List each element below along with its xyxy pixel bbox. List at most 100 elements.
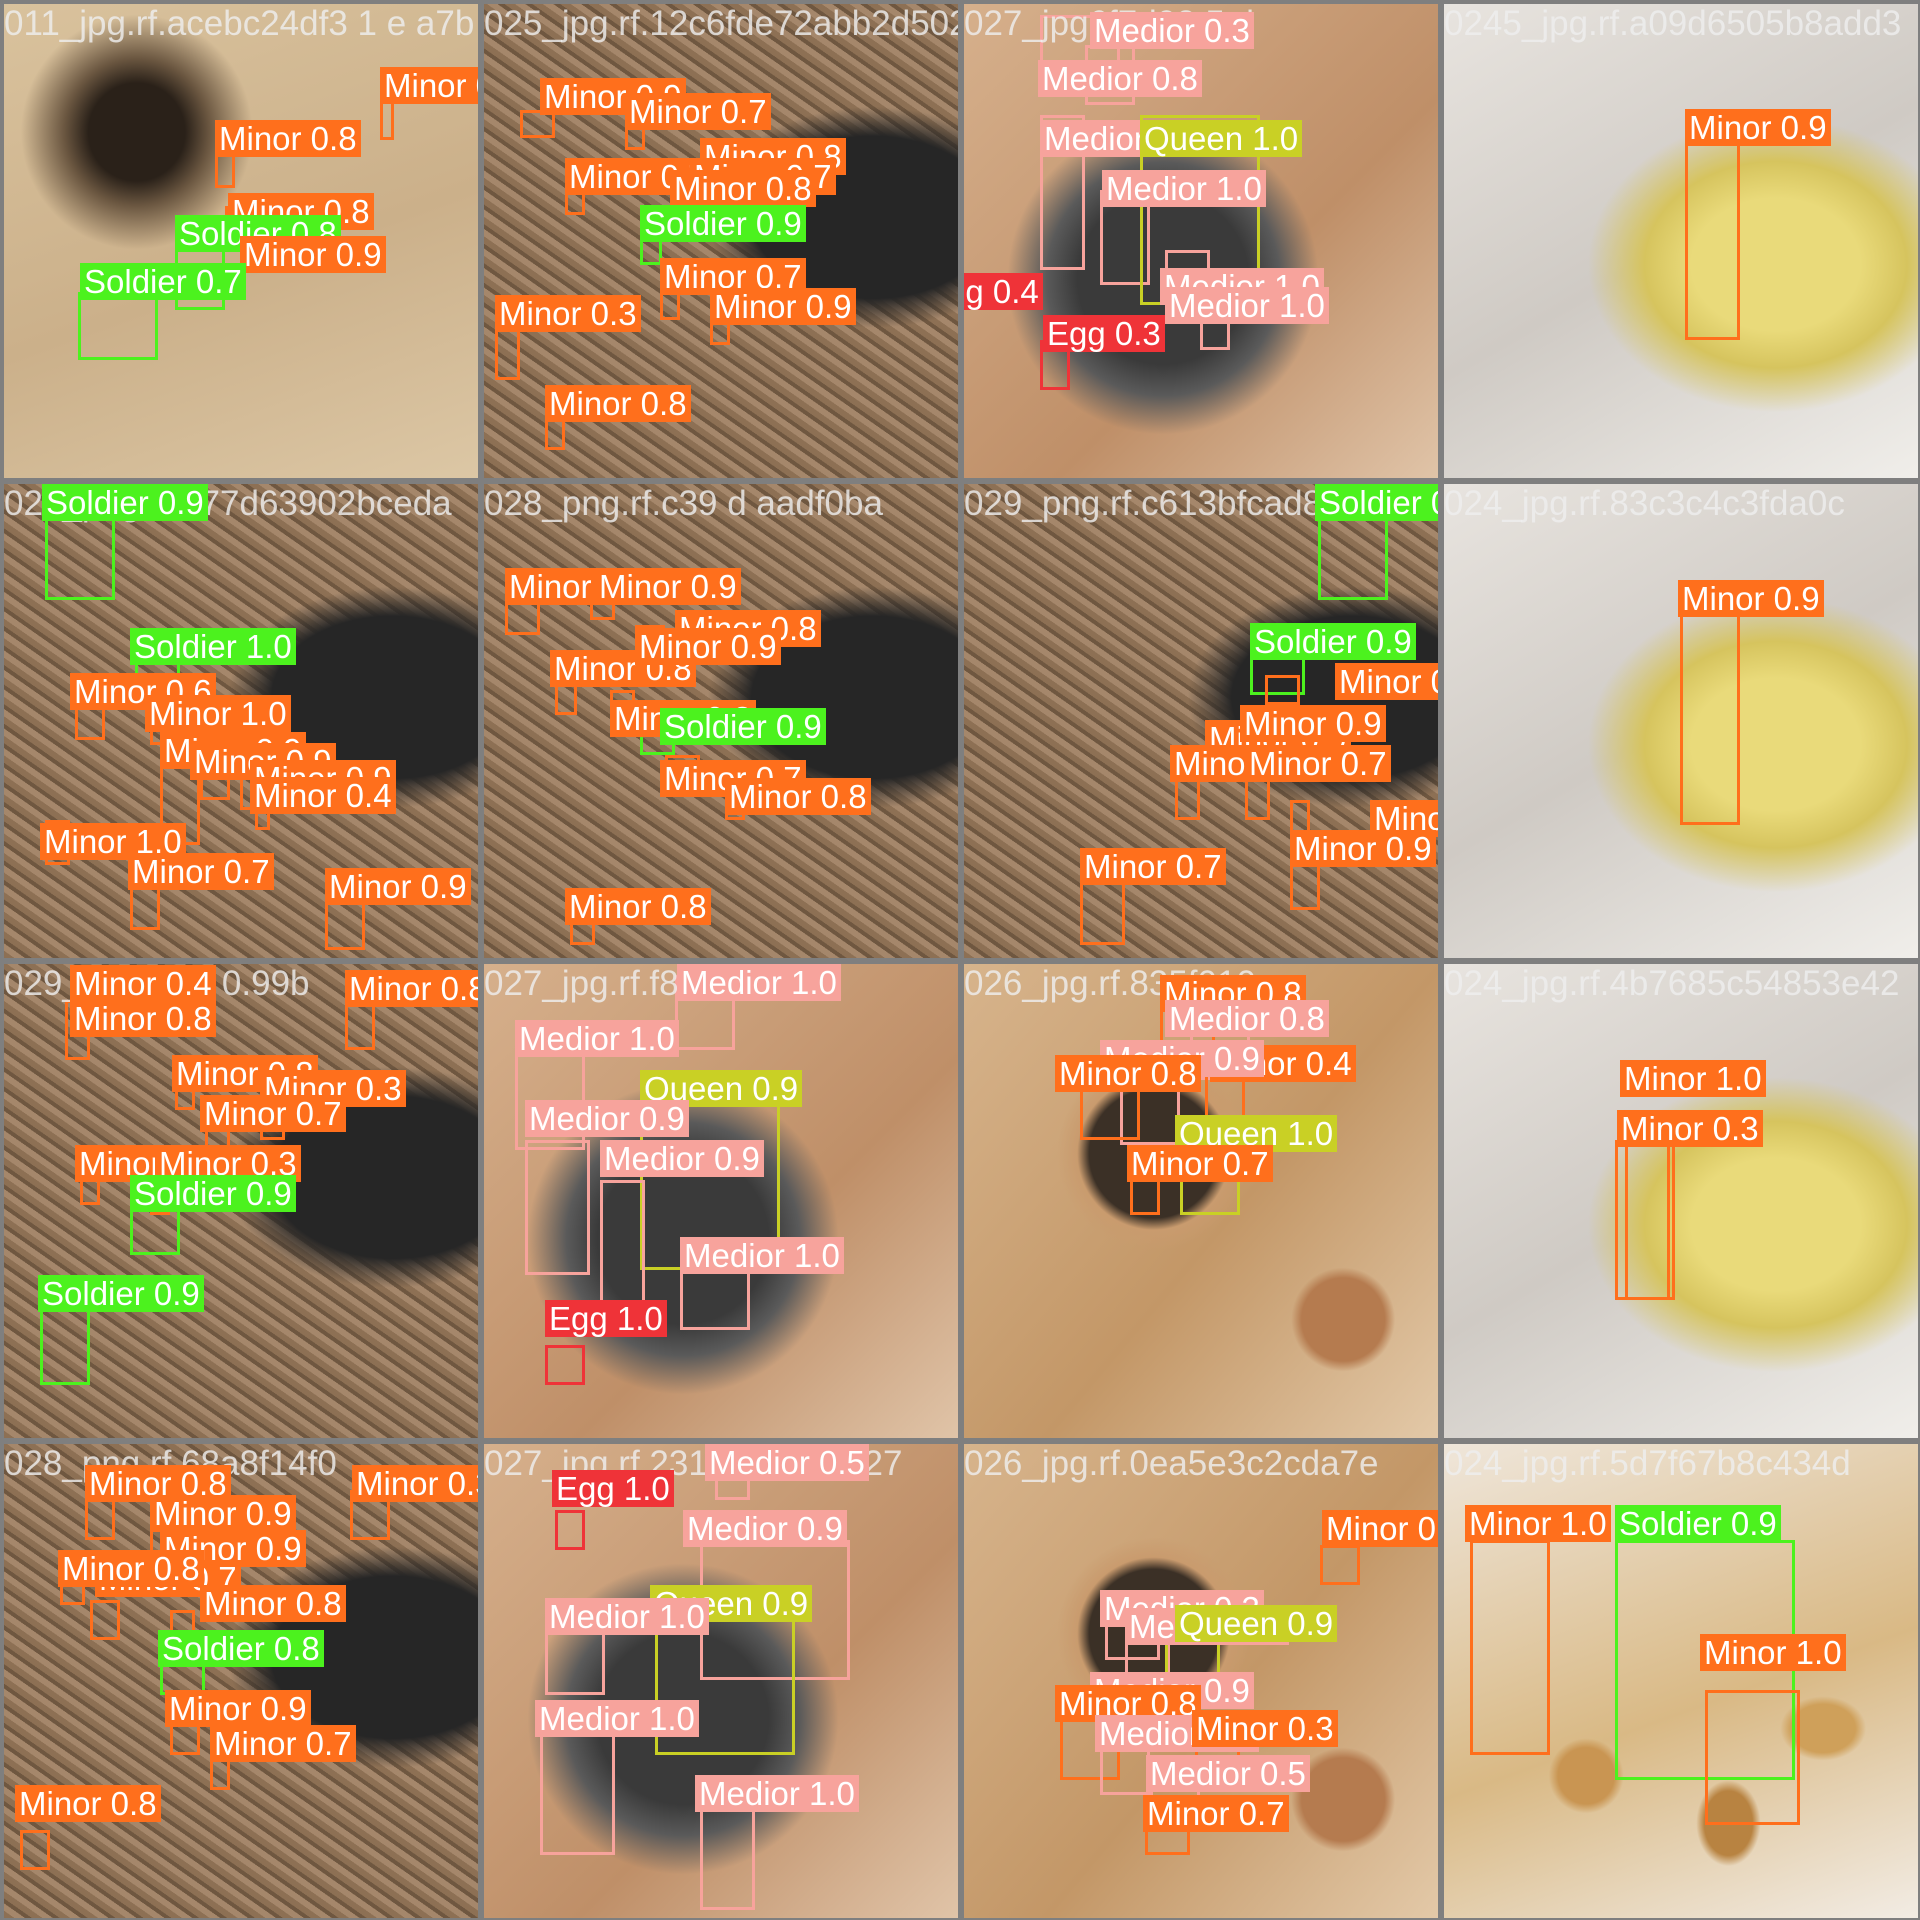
image-tile: 029_png.rf.c613bfcad80Soldier 0.9Soldier… [964,484,1438,958]
detection-label: Medior 0.9 [600,1140,764,1177]
detection-box-minor [1680,610,1740,825]
detection-box-egg [555,1510,585,1550]
detection-label: Minor 0.9 [710,288,856,325]
detection-label: Minor 0.3 [1192,1710,1338,1747]
detection-label: Soldier 0.8 [158,1630,324,1667]
image-tile: 027_jpg.rf.2313564e3d827 Medior 0.5 Egg 1.… [484,1444,958,1918]
detection-label: Minor 0.9 [325,868,471,905]
detection-box-medior [600,1180,645,1310]
tile-filename: 0245_jpg.rf.a09d6505b8add3 [1444,4,1902,43]
tile-filename: 025_jpg.rf.12c6fde72abb2d5027f07 [484,4,958,43]
detection-label: Minor 0.4 [250,777,396,814]
detection-label: Minor 0.9 [1685,109,1831,146]
tile-filename: 024_jpg.rf.83c3c4c3fda0c [1444,484,1845,523]
detection-label: Egg 0.3 [1043,315,1165,352]
image-tile: 029_png.rf.577d63902bceda Soldier 0.9 Sold… [4,484,478,958]
detection-label: Minor 0.9 [1290,830,1436,867]
detection-box-minor [495,325,520,380]
detection-box-minor [90,1600,120,1640]
image-tile: 024_jpg.rf.5d7f67b8c434d Minor 1.0 Soldier… [1444,1444,1918,1918]
detection-label: Medior 1.0 [535,1700,699,1737]
detection-box-medior [525,1140,590,1275]
detection-label: Minor 0.7 [1245,745,1391,782]
image-tile: 027_jpg6f7d02 5 dMedior 0.3Medior 0.8Med… [964,4,1438,478]
detection-label: Minor 1.0 [1465,1505,1611,1542]
detection-label: Medior 0.9 [683,1510,847,1547]
detection-label: Soldier 0.9 [1250,623,1416,660]
detection-box-minor [1265,675,1300,705]
detection-label: Medior 1.0 [515,1020,679,1057]
image-tile: 028_png.rf.c39 d aadf0ba Minor 0.9 Minor 0… [484,484,958,958]
detection-label: Minor 0.7 [200,1095,346,1132]
detection-label: Soldier 0.9 [130,1175,296,1212]
detection-label: Minor 0.7 [1143,1795,1289,1832]
image-tile: 028_png.rf.68a8f14f0 Minor 0.8 Minor 0.9 Mi… [4,1444,478,1918]
detection-label: Soldier 1.0 [130,628,296,665]
detection-label: Minor 1.0 [145,695,291,732]
detection-label: Soldier 0.9 [38,1275,204,1312]
tile-filename: 026_jpg.rf.0ea5e3c2cda7e [964,1444,1379,1483]
detection-label: Medior 1.0 [1165,287,1329,324]
detection-label: Egg 1.0 [552,1470,674,1507]
detection-label: Minor 0.8 [1055,1055,1201,1092]
detection-box-medior [540,1725,615,1855]
detection-box-soldier [78,292,158,360]
image-tile: 026_jpg.rf.835f010 Minor 0.8 Medior 0.8 Min… [964,964,1438,1438]
image-tile: 027_jpg.rf.f8fee9315d Medior 1.0 Medior 1.… [484,964,958,1438]
detection-label: Minor 0.4 [380,67,478,104]
detection-label: Minor 0.8 [1335,663,1438,700]
detection-label: Medior 0.9 [525,1100,689,1137]
detection-label: Medior 0.8 [1165,1000,1329,1037]
detection-label: Soldier 0.9 [42,484,208,521]
image-tile: 024_jpg.rf.83c3c4c3fda0c Minor 0.9 [1444,484,1918,958]
detection-label: Medior 1.0 [545,1598,709,1635]
detection-label: Soldier 0.9 [1615,1505,1781,1542]
detection-label: Minor 0.8 [15,1785,161,1822]
detection-label: Minor 0.9 [1240,705,1386,742]
detection-box-minor [1470,1540,1550,1755]
image-tile: 011_jpg.rf.acebc24df3 1 e a7b Minor 0.4 Mi… [4,4,478,478]
image-tile: 026_jpg.rf.0ea5e3c2cda7e Minor 0.9 Medior … [964,1444,1438,1918]
detection-label: Minor 0.8 [565,888,711,925]
tile-filename: 024_jpg.rf.4b7685c54853e42 [1444,964,1900,1003]
detection-label: Minor 0.7 [210,1725,356,1762]
detection-mosaic: 011_jpg.rf.acebc24df3 1 e a7b Minor 0.4 Mi… [0,0,1920,1920]
detection-label: Queen 0.9 [1175,1605,1338,1642]
detection-label: Minor 0.9 [595,568,741,605]
image-tile: 024_jpg.rf.4b7685c54853e42 Minor 1.0 Minor… [1444,964,1918,1438]
detection-box-minor [1615,1140,1670,1300]
tile-filename: 024_jpg.rf.5d7f67b8c434d [1444,1444,1851,1483]
detection-label: Minor 0.8 [200,1585,346,1622]
detection-label: Medior 0.8 [1038,60,1202,97]
tile-filename: 029_png.rf.c613bfcad80 [964,484,1342,523]
detection-label: Egg 1.0 [545,1300,667,1337]
detection-label: Soldier 0.9 [1315,484,1438,521]
detection-label: Minor 0.8 [545,385,691,422]
detection-label: Minor 0.7 [128,853,274,890]
image-tile: 029_png.rf.5r 0.99bMinor 0.4Minor 0.8Min… [4,964,478,1438]
detection-label: Medior 0.5 [705,1444,869,1481]
detection-label: Minor 0.9 [1678,580,1824,617]
detection-label: Minor 0.7 [1127,1145,1273,1182]
image-tile: 025_jpg.rf.12c6fde72abb2d5027f07 Minor 0.… [484,4,958,478]
detection-label: Minor 0.7 [1080,848,1226,885]
detection-label: Minor 0.8 [345,970,478,1007]
detection-label: Egg 0.4 [964,273,1043,310]
detection-box-soldier [40,1305,90,1385]
detection-label: Medior 1.0 [695,1775,859,1812]
detection-label: Minor 0.9 [240,236,386,273]
detection-box-minor [505,600,540,635]
tile-filename: 028_png.rf.c39 d aadf0ba [484,484,883,523]
detection-label: Medior 0.5 [1146,1755,1310,1792]
detection-label: Minor 0.9 [635,628,781,665]
detection-label: Minor 0.9 [1322,1510,1438,1547]
detection-box-minor [1705,1690,1800,1825]
detection-label: Medior 1.0 [677,964,841,1001]
detection-label: Medior 0.3 [1090,12,1254,49]
detection-label: Minor 0.3 [352,1465,478,1502]
detection-label: Minor 0.4 [70,965,216,1002]
detection-label: Minor 0.9 [165,1690,311,1727]
detection-box-minor [20,1830,50,1870]
detection-label: Medior 1.0 [1102,170,1266,207]
tile-filename: 011_jpg.rf.acebc24df3 1 e a7b [4,4,475,43]
